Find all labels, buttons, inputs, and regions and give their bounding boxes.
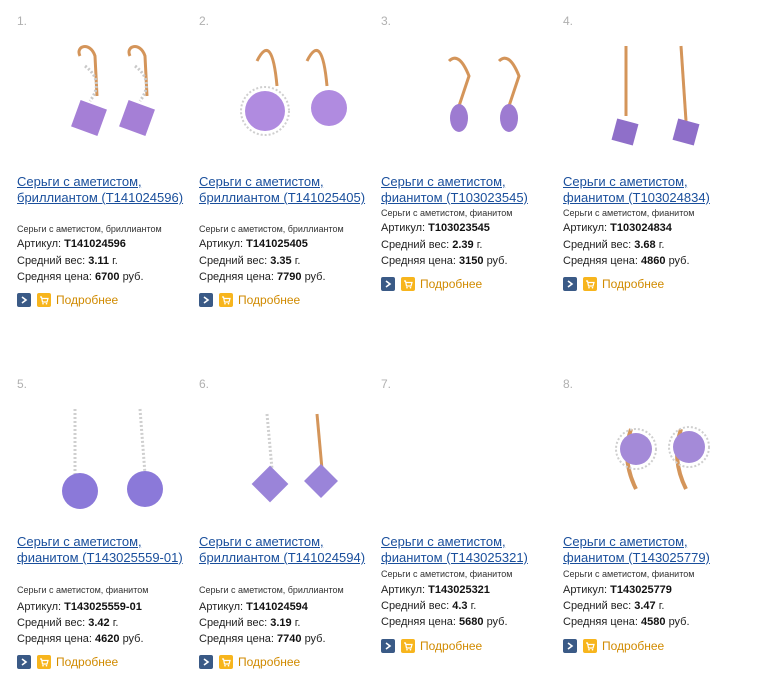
article-row: Артикул: Т141024596: [17, 238, 126, 250]
more-details-link[interactable]: Подробнее: [238, 293, 300, 307]
product-description: Серьги с аметистом, фианитом: [563, 569, 695, 579]
product-image[interactable]: [399, 26, 549, 166]
price-row: Средняя цена: 6700 руб.: [17, 271, 144, 283]
arrow-right-icon[interactable]: [381, 277, 395, 291]
card-actions: Подробнее: [199, 654, 300, 670]
product-description: Серьги с аметистом, фианитом: [381, 208, 513, 218]
product-image[interactable]: [217, 389, 367, 529]
more-details-link[interactable]: Подробнее: [56, 655, 118, 669]
arrow-right-icon[interactable]: [199, 293, 213, 307]
card-actions: Подробнее: [199, 292, 300, 308]
article-row: Артикул: Т141024594: [199, 601, 308, 613]
price-row: Средняя цена: 5680 руб.: [381, 616, 508, 628]
item-number: 7.: [381, 377, 392, 391]
more-details-link[interactable]: Подробнее: [56, 293, 118, 307]
article-row: Артикул: Т103024834: [563, 222, 672, 234]
card-actions: Подробнее: [17, 654, 118, 670]
arrow-right-icon[interactable]: [563, 639, 577, 653]
weight-row: Средний вес: 3.19 г.: [199, 617, 301, 629]
product-description: Серьги с аметистом, фианитом: [381, 569, 513, 579]
product-title-link[interactable]: Серьги с аметистом, фианитом (Т143025779…: [563, 534, 745, 566]
cart-icon[interactable]: [37, 655, 51, 669]
weight-row: Средний вес: 2.39 г.: [381, 239, 483, 251]
product-title-link[interactable]: Серьги с аметистом, бриллиантом (Т141024…: [199, 534, 381, 566]
price-row: Средняя цена: 3150 руб.: [381, 255, 508, 267]
card-actions: Подробнее: [381, 638, 482, 654]
arrow-right-icon[interactable]: [199, 655, 213, 669]
weight-row: Средний вес: 3.47 г.: [563, 600, 665, 612]
product-description: Серьги с аметистом, фианитом: [563, 208, 695, 218]
weight-row: Средний вес: 3.35 г.: [199, 255, 301, 267]
cart-icon[interactable]: [219, 655, 233, 669]
price-row: Средняя цена: 7790 руб.: [199, 271, 326, 283]
product-image[interactable]: [217, 26, 367, 166]
price-row: Средняя цена: 4580 руб.: [563, 616, 690, 628]
more-details-link[interactable]: Подробнее: [602, 277, 664, 291]
item-number: 3.: [381, 14, 392, 28]
more-details-link[interactable]: Подробнее: [602, 639, 664, 653]
price-row: Средняя цена: 4860 руб.: [563, 255, 690, 267]
card-actions: Подробнее: [381, 276, 482, 292]
item-number: 6.: [199, 377, 210, 391]
article-row: Артикул: Т143025779: [563, 584, 672, 596]
cart-icon[interactable]: [401, 277, 415, 291]
product-title-link[interactable]: Серьги с аметистом, фианитом (Т143025559…: [17, 534, 199, 566]
cart-icon[interactable]: [583, 277, 597, 291]
cart-icon[interactable]: [37, 293, 51, 307]
product-image[interactable]: [581, 26, 731, 166]
article-row: Артикул: Т141025405: [199, 238, 308, 250]
product-title-link[interactable]: Серьги с аметистом, фианитом (Т103023545…: [381, 174, 563, 206]
product-description: Серьги с аметистом, бриллиантом: [199, 224, 344, 234]
arrow-right-icon[interactable]: [563, 277, 577, 291]
arrow-right-icon[interactable]: [17, 655, 31, 669]
card-actions: Подробнее: [563, 638, 664, 654]
cart-icon[interactable]: [219, 293, 233, 307]
product-description: Серьги с аметистом, бриллиантом: [17, 224, 162, 234]
more-details-link[interactable]: Подробнее: [420, 277, 482, 291]
more-details-link[interactable]: Подробнее: [420, 639, 482, 653]
product-description: Серьги с аметистом, бриллиантом: [199, 585, 344, 595]
product-grid: 1. Серьги с аметистом, бриллиантом (Т141…: [0, 0, 765, 686]
product-image-placeholder[interactable]: [399, 389, 549, 529]
card-actions: Подробнее: [17, 292, 118, 308]
weight-row: Средний вес: 3.11 г.: [17, 255, 118, 267]
cart-icon[interactable]: [401, 639, 415, 653]
item-number: 2.: [199, 14, 210, 28]
item-number: 1.: [17, 14, 28, 28]
product-image[interactable]: [581, 389, 731, 529]
weight-row: Средний вес: 3.42 г.: [17, 617, 119, 629]
item-number: 4.: [563, 14, 574, 28]
weight-row: Средний вес: 4.3 г.: [381, 600, 477, 612]
cart-icon[interactable]: [583, 639, 597, 653]
item-number: 8.: [563, 377, 574, 391]
more-details-link[interactable]: Подробнее: [238, 655, 300, 669]
item-number: 5.: [17, 377, 28, 391]
product-title-link[interactable]: Серьги с аметистом, бриллиантом (Т141024…: [17, 174, 199, 206]
arrow-right-icon[interactable]: [381, 639, 395, 653]
product-image[interactable]: [35, 389, 185, 529]
price-row: Средняя цена: 4620 руб.: [17, 633, 144, 645]
product-title-link[interactable]: Серьги с аметистом, фианитом (Т143025321…: [381, 534, 563, 566]
article-row: Артикул: Т143025321: [381, 584, 490, 596]
product-image[interactable]: [35, 26, 185, 166]
product-title-link[interactable]: Серьги с аметистом, фианитом (Т103024834…: [563, 174, 745, 206]
arrow-right-icon[interactable]: [17, 293, 31, 307]
product-description: Серьги с аметистом, фианитом: [17, 585, 149, 595]
price-row: Средняя цена: 7740 руб.: [199, 633, 326, 645]
article-row: Артикул: Т103023545: [381, 222, 490, 234]
weight-row: Средний вес: 3.68 г.: [563, 239, 665, 251]
article-row: Артикул: Т143025559-01: [17, 601, 142, 613]
product-title-link[interactable]: Серьги с аметистом, бриллиантом (Т141025…: [199, 174, 381, 206]
card-actions: Подробнее: [563, 276, 664, 292]
